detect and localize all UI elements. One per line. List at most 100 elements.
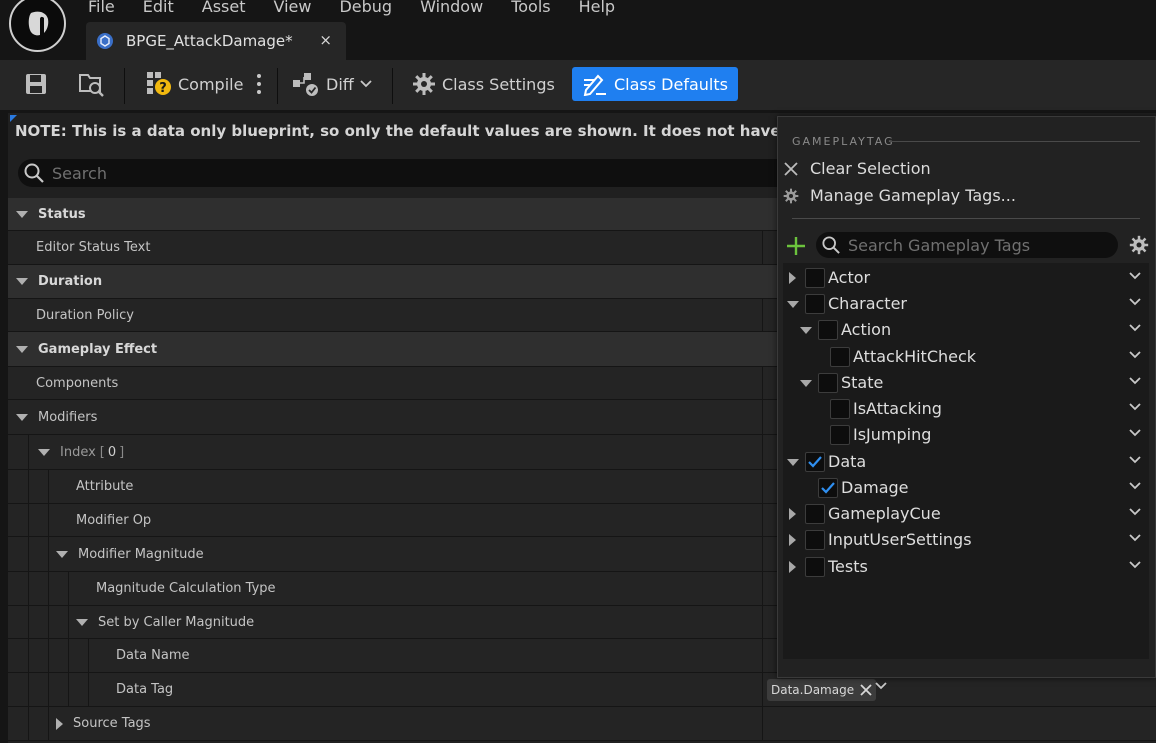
tag-checkbox[interactable] — [830, 425, 850, 445]
close-tab-icon[interactable]: × — [319, 31, 332, 49]
tag-node-actor[interactable]: Actor — [783, 265, 1149, 291]
tag-checkbox[interactable] — [805, 557, 825, 577]
expand-arrow-icon[interactable] — [787, 459, 799, 471]
menu-window[interactable]: Window — [420, 0, 483, 18]
add-tag-icon[interactable] — [786, 236, 806, 256]
expand-arrow-icon[interactable] — [800, 327, 812, 339]
tag-search-input[interactable] — [848, 235, 1098, 255]
expand-arrow-icon — [16, 345, 28, 353]
browse-folder-icon — [79, 74, 104, 97]
chevron-down-icon[interactable] — [1129, 403, 1141, 411]
indent-guide — [48, 673, 49, 706]
chevron-down-icon[interactable] — [1129, 534, 1141, 542]
collapsed-arrow-icon[interactable] — [789, 508, 801, 520]
tag-node-action[interactable]: Action — [783, 317, 1149, 343]
browse-button[interactable] — [78, 67, 106, 101]
compile-button[interactable]: ? Compile — [146, 67, 243, 101]
tag-checkbox[interactable] — [818, 373, 838, 393]
settings-gear-icon[interactable] — [1129, 235, 1149, 255]
class-settings-button[interactable]: Class Settings — [412, 67, 555, 101]
menu-help[interactable]: Help — [579, 0, 615, 18]
menu-file[interactable]: File — [88, 0, 115, 18]
tag-node-state[interactable]: State — [783, 370, 1149, 396]
unreal-logo-icon[interactable] — [9, 0, 66, 52]
tag-checkbox[interactable] — [830, 347, 850, 367]
chevron-down-icon[interactable] — [1129, 298, 1141, 306]
indent-guide — [48, 470, 49, 503]
tag-checkbox[interactable] — [818, 320, 838, 340]
menu-asset[interactable]: Asset — [202, 0, 246, 18]
property-data-tag[interactable]: Data Tag Data.Damage — [8, 673, 1156, 707]
document-tab[interactable]: BPGE_AttackDamage* × — [86, 22, 346, 60]
tag-node-character[interactable]: Character — [783, 291, 1149, 317]
menu-edit[interactable]: Edit — [143, 0, 174, 18]
chevron-down-icon[interactable] — [1129, 324, 1141, 332]
save-icon — [26, 74, 46, 94]
tag-checkbox-checked[interactable] — [805, 452, 825, 472]
property-label: Editor Status Text — [36, 240, 151, 255]
details-search-input[interactable] — [52, 163, 752, 183]
gear-icon — [413, 73, 435, 95]
tag-search-box[interactable] — [816, 232, 1118, 258]
index-value: 0 — [107, 444, 117, 460]
tag-checkbox-checked[interactable] — [818, 478, 838, 498]
tag-label: GameplayCue — [828, 504, 941, 523]
tag-node-data[interactable]: Data — [783, 449, 1149, 475]
manage-gameplay-tags-item[interactable]: Manage Gameplay Tags... — [783, 186, 1016, 205]
indent-guide — [68, 606, 69, 638]
chevron-down-icon[interactable] — [1129, 272, 1141, 280]
details-search-box[interactable] — [18, 159, 838, 187]
class-defaults-label: Class Defaults — [614, 74, 728, 94]
menu-view[interactable]: View — [274, 0, 312, 18]
indent-guide — [28, 435, 29, 469]
indent-guide — [68, 639, 69, 672]
property-source-tags[interactable]: Source Tags — [8, 707, 1156, 741]
tag-checkbox[interactable] — [805, 268, 825, 288]
tag-checkbox[interactable] — [805, 294, 825, 314]
diff-icon — [293, 73, 318, 96]
compile-options-button[interactable] — [255, 67, 263, 101]
chevron-down-icon[interactable] — [1129, 377, 1141, 385]
expand-arrow-icon[interactable] — [787, 301, 799, 313]
close-icon — [784, 162, 798, 176]
collapsed-arrow-icon[interactable] — [789, 272, 801, 284]
collapsed-arrow-icon[interactable] — [789, 534, 801, 546]
expand-arrow-icon — [56, 550, 68, 558]
chevron-down-icon[interactable] — [1129, 508, 1141, 516]
chevron-down-icon[interactable] — [1129, 429, 1141, 437]
chevron-down-icon[interactable] — [1129, 482, 1141, 490]
compile-warning-icon: ? — [147, 72, 171, 96]
edit-defaults-icon — [583, 74, 606, 96]
section-divider — [890, 141, 1140, 142]
chevron-down-icon[interactable] — [1129, 456, 1141, 464]
class-defaults-button[interactable]: Class Defaults — [572, 67, 738, 101]
tag-checkbox[interactable] — [805, 504, 825, 524]
gear-icon — [783, 188, 799, 204]
tag-node-gameplay-cue[interactable]: GameplayCue — [783, 501, 1149, 527]
property-label: Source Tags — [73, 716, 151, 731]
tag-node-tests[interactable]: Tests — [783, 554, 1149, 580]
tag-checkbox[interactable] — [830, 399, 850, 419]
chevron-down-icon[interactable] — [875, 682, 887, 690]
tag-node-input-user-settings[interactable]: InputUserSettings — [783, 527, 1149, 553]
collapsed-arrow-icon[interactable] — [789, 561, 801, 573]
toolbar-separator — [277, 68, 278, 104]
chevron-down-icon[interactable] — [1129, 561, 1141, 569]
diff-button[interactable]: Diff — [292, 67, 372, 101]
chevron-down-icon[interactable] — [1129, 351, 1141, 359]
tag-checkbox[interactable] — [805, 530, 825, 550]
expand-arrow-icon[interactable] — [800, 380, 812, 392]
save-button[interactable] — [24, 67, 48, 101]
tag-label: State — [841, 373, 884, 392]
tag-node-attack-hit-check[interactable]: AttackHitCheck — [783, 344, 1149, 370]
clear-selection-item[interactable]: Clear Selection — [784, 159, 931, 178]
menu-debug[interactable]: Debug — [339, 0, 392, 18]
menu-tools[interactable]: Tools — [511, 0, 550, 18]
tag-node-damage[interactable]: Damage — [783, 475, 1149, 501]
tag-node-is-jumping[interactable]: IsJumping — [783, 422, 1149, 448]
data-tag-chip[interactable]: Data.Damage — [767, 679, 877, 701]
remove-tag-icon[interactable] — [860, 684, 872, 696]
expand-arrow-icon — [16, 210, 28, 218]
collapsed-arrow-icon — [56, 717, 63, 730]
tag-node-is-attacking[interactable]: IsAttacking — [783, 396, 1149, 422]
